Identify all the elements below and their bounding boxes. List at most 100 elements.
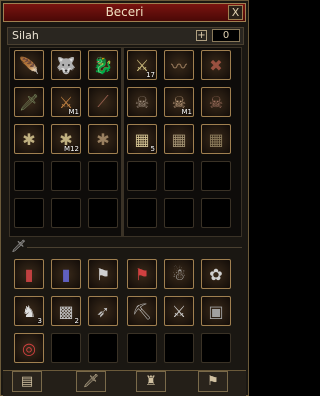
empty-skill-slot[interactable] <box>164 333 194 363</box>
skill-slot[interactable]: 🪶 <box>14 50 44 80</box>
empty-skill-slot[interactable] <box>51 198 81 228</box>
knot-icon: ✿ <box>209 264 223 284</box>
cross-slash-icon: ✖ <box>209 55 223 75</box>
book-icon: ▮ <box>61 264 71 284</box>
section-divider <box>27 247 242 248</box>
skill-level-label: 5 <box>150 145 155 153</box>
empty-skill-slot[interactable] <box>164 161 194 191</box>
wing-icon: 🪶 <box>19 55 39 75</box>
skill-level-label: M1 <box>181 108 193 116</box>
target-icon: ◎ <box>22 338 36 358</box>
spider-icon: ✱ <box>96 129 110 149</box>
empty-skill-slot[interactable] <box>14 198 44 228</box>
skill-slot[interactable]: ☠ <box>127 87 157 117</box>
close-button[interactable]: X <box>228 5 243 20</box>
passive-skill-slot[interactable]: ▩ 2 <box>51 296 81 326</box>
passive-skill-slot[interactable]: ◎ <box>14 333 44 363</box>
skill-slot[interactable]: 🗡 <box>14 87 44 117</box>
title-bar[interactable]: Beceri X <box>3 3 246 22</box>
sweep-icon: 〰 <box>170 57 187 76</box>
skill-slot[interactable]: ▦ 5 <box>127 124 157 154</box>
grid-divider <box>121 47 124 237</box>
warrior-icon: ♜ <box>145 374 157 389</box>
skill-slot[interactable]: ✱ <box>88 124 118 154</box>
empty-skill-slot[interactable] <box>127 198 157 228</box>
skill-slot[interactable]: 🐺 <box>51 50 81 80</box>
spider-icon: ✱ <box>22 129 36 149</box>
skill-slot[interactable]: ⚔ M1 <box>51 87 81 117</box>
skill-slot[interactable]: ⚔ 17 <box>127 50 157 80</box>
tab-flag-tab[interactable]: ⚑ <box>198 371 228 392</box>
passive-skill-slot[interactable]: ⛏ <box>127 296 157 326</box>
empty-skill-slot[interactable] <box>201 333 231 363</box>
lock-icon: ▣ <box>208 301 224 321</box>
skill-level-label: M12 <box>64 145 79 153</box>
skill-slot[interactable]: 〰 <box>164 50 194 80</box>
sword-icon: 🗡 <box>18 92 40 112</box>
skill-level-label: 17 <box>146 71 155 79</box>
tab-warrior[interactable]: ♜ <box>136 371 166 392</box>
empty-skill-slot[interactable] <box>88 333 118 363</box>
grid-icon: ▦ <box>171 129 187 149</box>
passive-skill-slot[interactable]: ⚔ <box>164 296 194 326</box>
sword-section-icon: 🗡 <box>11 239 27 253</box>
grid-icon: ▦ <box>134 129 150 149</box>
passive-skill-slot[interactable]: ▣ <box>201 296 231 326</box>
empty-skill-slot[interactable] <box>88 161 118 191</box>
tab-scroll[interactable]: ▤ <box>12 371 42 392</box>
skill-slot[interactable]: ✖ <box>201 50 231 80</box>
empty-skill-slot[interactable] <box>164 198 194 228</box>
empty-skill-slot[interactable] <box>201 198 231 228</box>
skill-level-label: 3 <box>37 317 42 325</box>
sword-tab-icon: 🗡 <box>82 374 100 389</box>
book-icon: ▮ <box>24 264 34 284</box>
skill-slot[interactable]: ✱ <box>14 124 44 154</box>
scroll-icon: ▤ <box>20 374 34 389</box>
bow-icon: ➶ <box>96 301 110 321</box>
empty-skill-slot[interactable] <box>127 333 157 363</box>
skill-slot[interactable]: ▦ <box>164 124 194 154</box>
grid-icon: ▦ <box>208 129 224 149</box>
skill-slot[interactable]: ▦ <box>201 124 231 154</box>
group-icon: ☃ <box>171 264 187 284</box>
skill-slot[interactable]: ⟋ <box>88 87 118 117</box>
rune-icon: ▩ <box>58 301 74 321</box>
empty-skill-slot[interactable] <box>201 161 231 191</box>
passive-skill-slot[interactable]: ✿ <box>201 259 231 289</box>
skill-slot[interactable]: ☠ M1 <box>164 87 194 117</box>
skill-slot[interactable]: ✱ M12 <box>51 124 81 154</box>
passive-skill-slot[interactable]: ⚑ <box>127 259 157 289</box>
passive-skill-slot[interactable]: ▮ <box>51 259 81 289</box>
slash-icon: ⟋ <box>97 92 109 111</box>
passive-skill-slot[interactable]: ☃ <box>164 259 194 289</box>
passive-skill-slot[interactable]: ▮ <box>14 259 44 289</box>
passive-skill-slot[interactable]: ♞ 3 <box>14 296 44 326</box>
skull-icon: ☠ <box>208 92 224 112</box>
skill-slot[interactable]: 🐉 <box>88 50 118 80</box>
empty-skill-slot[interactable] <box>14 161 44 191</box>
category-name: Silah <box>12 29 39 42</box>
skill-level-label: 2 <box>74 317 79 325</box>
category-header: Silah + 0 <box>7 27 244 45</box>
dragon-icon: 🐉 <box>93 55 113 75</box>
empty-skill-slot[interactable] <box>51 161 81 191</box>
empty-skill-slot[interactable] <box>127 161 157 191</box>
tab-sword-tab[interactable]: 🗡 <box>76 371 106 392</box>
skill-slot[interactable]: ☠ <box>201 87 231 117</box>
window-title: Beceri <box>105 5 144 19</box>
add-point-button[interactable]: + <box>196 30 207 41</box>
passive-skill-slot[interactable]: ➶ <box>88 296 118 326</box>
flag-up-icon: ⚑ <box>134 264 150 284</box>
flag-tab-icon: ⚑ <box>207 374 219 389</box>
claw-icon: ⚔ <box>171 301 187 321</box>
flag-icon: ⚑ <box>95 264 111 284</box>
skill-point-count: 0 <box>212 29 240 42</box>
pickaxe-icon: ⛏ <box>131 301 153 321</box>
horse-icon: ♞ <box>21 301 37 321</box>
empty-skill-slot[interactable] <box>51 333 81 363</box>
skull-icon: ☠ <box>134 92 150 112</box>
passive-skill-slot[interactable]: ⚑ <box>88 259 118 289</box>
beast-icon: 🐺 <box>56 55 76 75</box>
skill-level-label: M1 <box>68 108 80 116</box>
empty-skill-slot[interactable] <box>88 198 118 228</box>
